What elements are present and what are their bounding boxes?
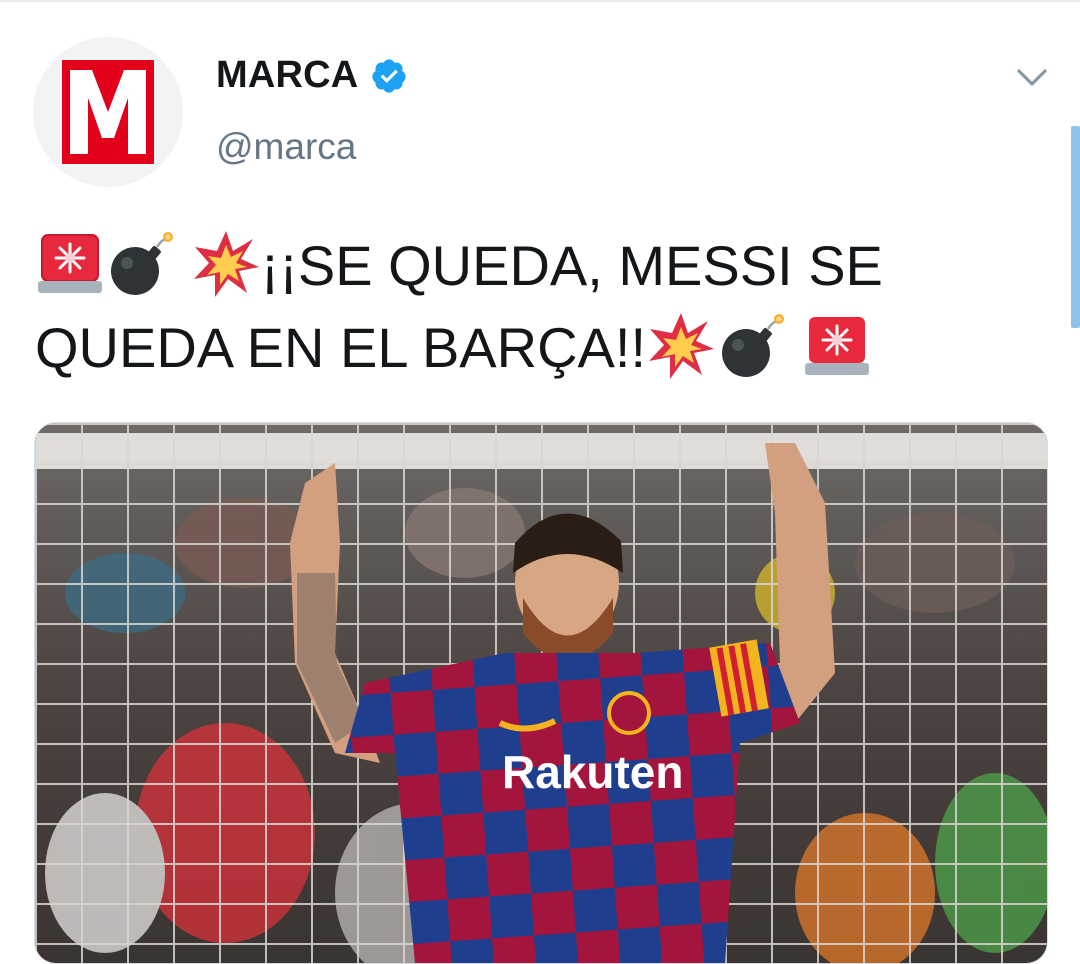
bomb-icon xyxy=(111,232,173,296)
collision-icon xyxy=(649,313,714,380)
tweet-line-1: ¡¡SE QUEDA, MESSI SE xyxy=(35,225,1035,307)
chevron-down-icon[interactable] xyxy=(1015,62,1049,92)
verified-badge-icon xyxy=(372,58,407,93)
tweet-line-2-text: QUEDA EN EL BARÇA!! xyxy=(35,316,646,379)
tweet-line-2: QUEDA EN EL BARÇA!! xyxy=(35,307,1035,389)
photo-illustration: Rakuten xyxy=(35,423,1047,963)
avatar[interactable] xyxy=(33,37,183,187)
user-handle[interactable]: @marca xyxy=(216,126,356,168)
marca-logo-icon xyxy=(62,60,154,164)
tweet-line-1-text: ¡¡SE QUEDA, MESSI SE xyxy=(260,234,883,297)
bomb-icon xyxy=(722,314,784,378)
siren-icon xyxy=(804,317,869,376)
display-name[interactable]: MARCA xyxy=(216,54,358,97)
collision-icon xyxy=(193,231,259,298)
tweet-photo[interactable]: Rakuten xyxy=(34,422,1048,964)
scrollbar[interactable] xyxy=(1071,126,1080,328)
name-row: MARCA xyxy=(216,54,408,97)
siren-icon xyxy=(38,234,102,294)
jersey-sponsor-text: Rakuten xyxy=(502,746,683,798)
top-divider xyxy=(0,0,1080,2)
tweet-text: ¡¡SE QUEDA, MESSI SE QUEDA EN EL BARÇA!! xyxy=(35,225,1035,389)
